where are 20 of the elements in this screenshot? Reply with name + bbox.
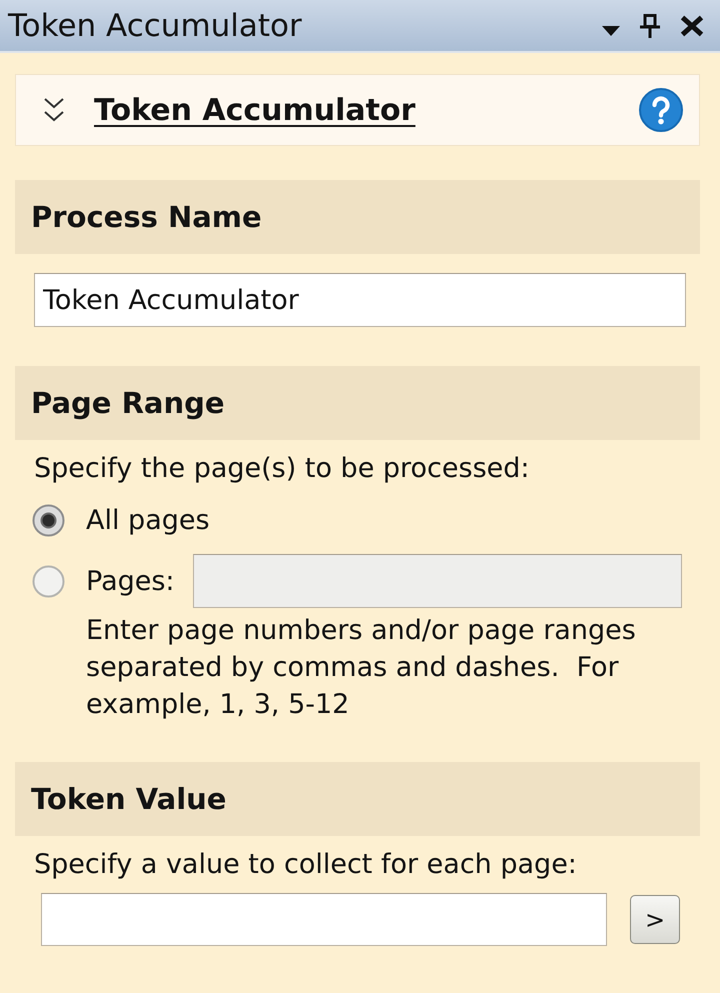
window-title: Token Accumulator [8,8,303,44]
option-label[interactable]: All pages [86,504,210,536]
text-field[interactable]: Token Accumulator [34,273,686,327]
prompt-text: Specify a value to collect for each page: [33,848,578,882]
close-icon[interactable] [680,14,704,36]
help-icon[interactable] [639,88,683,132]
arrow-button[interactable]: > [630,895,680,944]
value-field[interactable] [41,893,607,946]
dropdown-icon[interactable] [602,26,620,36]
double-chevron-icon[interactable] [43,97,65,123]
radio-button[interactable] [32,564,65,598]
section-header: Page Range [15,366,700,440]
panel-title: Token Accumulator [94,92,416,128]
option-label[interactable]: Pages: [86,566,175,596]
pin-icon[interactable] [640,14,660,38]
radio-button[interactable] [32,504,65,536]
hint-text: Enter page numbers and/or page ranges separated by commas and dashes. For example, 1, 3, 5-12 [86,614,637,722]
prompt-text: Specify the page(s) to be processed: [33,452,530,486]
section-header: Token Value [15,762,700,836]
section-header: Process Name [15,180,700,254]
